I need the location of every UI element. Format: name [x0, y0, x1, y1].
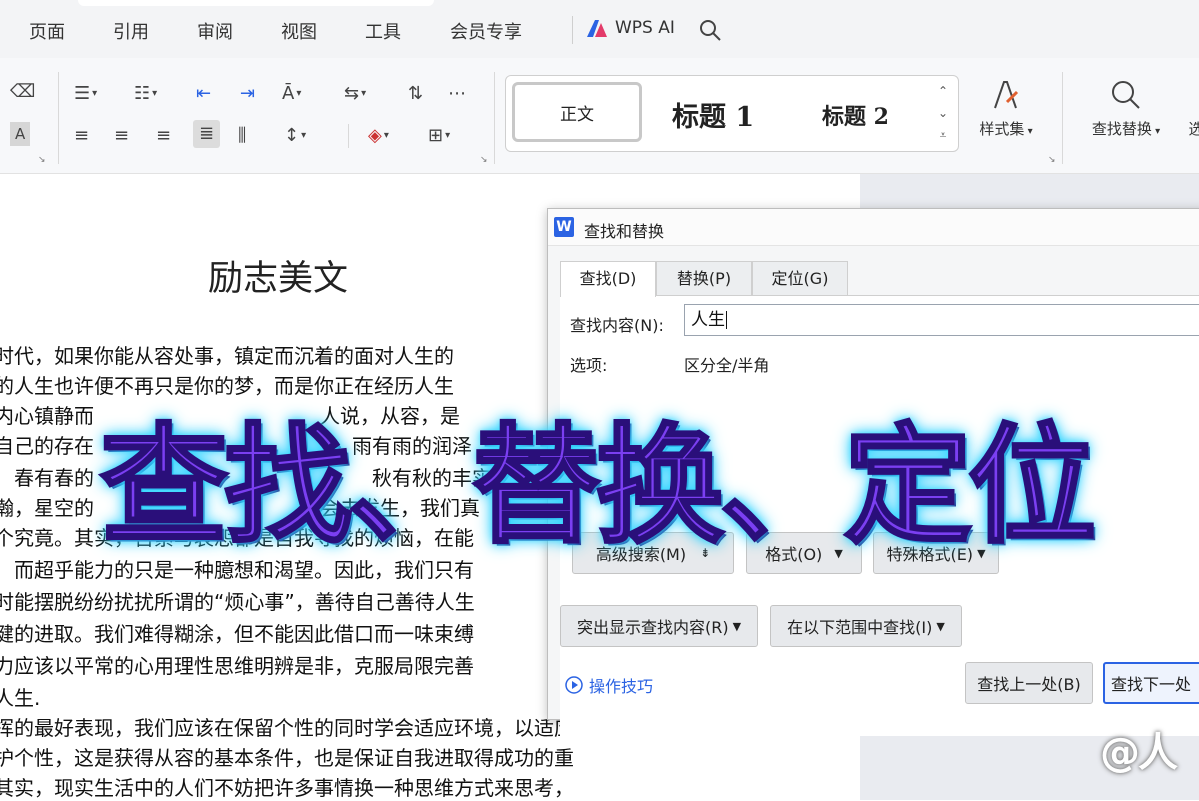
increase-indent-icon[interactable]: ⇥ [240, 82, 255, 106]
style-normal[interactable]: 正文 [512, 82, 642, 142]
dialog-title: 查找和替换 [584, 222, 665, 241]
document-line: 健的进取。我们难得糊涂，但不能因此借口而一味束缚 [0, 622, 474, 646]
menu-tools[interactable]: 工具 [365, 18, 401, 44]
document-line: 其实，现实生活中的人们不妨把许多事情换一种思维方式来思考， [0, 776, 574, 800]
numbered-list-icon[interactable]: ☷ ▾ [134, 82, 157, 106]
search-icon[interactable] [698, 18, 722, 42]
find-replace-label: 查找替换 [1091, 120, 1152, 138]
find-next-button[interactable]: 查找下一处 [1103, 662, 1199, 704]
document-line: 春有春的 [14, 466, 94, 490]
find-next-label: 查找下一处 [1111, 675, 1192, 694]
find-content-input[interactable]: 人生 [684, 304, 1199, 336]
watermark: @人 [1100, 730, 1178, 776]
document-line: 人生. [0, 686, 41, 710]
document-line: 时能摆脱纷纷扰扰所谓的“烦心事”，善待自己善待人生 [0, 590, 475, 614]
highlight-found-button[interactable]: 突出显示查找内容(R) ▼ [560, 605, 758, 647]
align-center-icon[interactable]: ≡ [114, 124, 129, 148]
document-line: 自己的存在 [0, 434, 94, 458]
caret-down-icon: ▼ [936, 619, 945, 633]
find-content-value: 人生 [691, 310, 725, 330]
line-spacing-icon[interactable]: ↕ ▾ [284, 124, 306, 148]
document-line: 护个性，这是获得从容的基本条件，也是保证自我进取得成功的重 [0, 746, 574, 770]
style-set-icon [994, 81, 1019, 109]
find-previous-button[interactable]: 查找上一处(B) [965, 662, 1093, 704]
operation-tips-link[interactable]: 操作技巧 [565, 673, 653, 697]
find-content-label: 查找内容(N): [570, 316, 664, 335]
chevron-down-icon: ▾ [1151, 126, 1161, 137]
style-heading-2[interactable]: 标题 2 [822, 99, 889, 131]
ribbon-separator [494, 72, 495, 164]
menu-review[interactable]: 审阅 [197, 18, 233, 44]
document-line: 瀚，星空的 [0, 496, 94, 520]
paragraph-group-launcher-icon[interactable]: ↘ [480, 155, 488, 165]
style-set-label: 样式集 [979, 120, 1025, 138]
align-right-icon[interactable]: ≡ [156, 124, 171, 148]
menu-separator [572, 16, 573, 44]
caret-down-icon: ▼ [732, 619, 742, 633]
decrease-indent-icon[interactable]: ⇤ [196, 82, 211, 106]
options-label: 选项: [570, 356, 608, 375]
options-value: 区分全/半角 [684, 356, 770, 375]
document-title: 励志美文 [208, 259, 349, 299]
chevron-up-icon[interactable]: ⌃ [934, 80, 952, 102]
menu-page[interactable]: 页面 [29, 18, 65, 44]
more-icon[interactable]: ⩡ [934, 124, 952, 146]
play-circle-icon [565, 676, 583, 694]
highlight-found-label: 突出显示查找内容(R) [576, 618, 729, 637]
style-gallery-scroll[interactable]: ⌃ ⌄ ⩡ [934, 80, 952, 146]
font-group-launcher-icon[interactable]: ↘ [38, 155, 46, 165]
borders-icon[interactable]: ⊞ ▾ [428, 124, 450, 148]
distributed-align-icon[interactable]: ⫼ [238, 124, 246, 148]
operation-tips-label: 操作技巧 [589, 677, 654, 696]
styles-group-launcher-icon[interactable]: ↘ [1048, 155, 1056, 165]
menu-view[interactable]: 视图 [281, 18, 317, 44]
tab-goto[interactable]: 定位(G) [752, 261, 848, 295]
find-in-range-label: 在以下范围中查找(I) [787, 618, 933, 637]
menu-references[interactable]: 引用 [113, 18, 149, 44]
text-direction-icon[interactable]: Ā ▾ [282, 82, 301, 106]
style-set-button[interactable]: 样式集 ▾ [970, 78, 1042, 139]
menu-member[interactable]: 会员专享 [450, 18, 522, 44]
document-line: 时代，如果你能从容处事，镇定而沉着的面对人生的 [0, 344, 454, 368]
sort-icon[interactable]: ⇅ [408, 82, 423, 106]
eraser-icon[interactable]: ⌫ [10, 80, 35, 104]
find-icon [1112, 81, 1140, 109]
chevron-down-icon[interactable]: ⌄ [934, 102, 952, 124]
select-button-label[interactable]: 选 [1186, 118, 1199, 139]
show-marks-icon[interactable]: ⋯ [448, 82, 466, 106]
overlay-banner-title: 查找、替换、定位 [98, 411, 1097, 563]
document-line: 力应该以平常的心用理性思维明辨是非，克服局限完善 [0, 654, 474, 678]
line-spacing-mode-icon[interactable]: ⇆ ▾ [344, 82, 366, 106]
ribbon-separator [1062, 72, 1063, 164]
style-heading-1[interactable]: 标题 1 [672, 95, 754, 134]
char-shading-icon[interactable]: A [10, 122, 31, 146]
wps-writer-logo-icon: W [554, 217, 574, 237]
tab-strip-edge [78, 0, 434, 6]
tab-find[interactable]: 查找(D) [560, 261, 656, 297]
tab-replace[interactable]: 替换(P) [656, 261, 752, 295]
find-replace-button[interactable]: 查找替换 ▾ [1080, 78, 1172, 139]
find-in-range-button[interactable]: 在以下范围中查找(I) ▼ [770, 605, 962, 647]
chevron-down-icon: ▾ [1024, 126, 1033, 137]
align-justify-icon[interactable]: ≣ [193, 120, 221, 148]
menu-bar: 页面 引用 审阅 视图 工具 会员专享 WPS AI [0, 0, 1199, 59]
ribbon-separator [58, 72, 59, 164]
document-line: 挥的最好表现，我们应该在保留个性的同时学会适应环境，以适应 [0, 716, 574, 740]
find-previous-label: 查找上一处(B) [977, 675, 1081, 694]
shading-icon[interactable]: ◈ ▾ [368, 124, 389, 148]
text-cursor [726, 311, 727, 329]
wps-ai-button[interactable]: WPS AI [585, 17, 675, 39]
wps-ai-label: WPS AI [615, 18, 675, 38]
wps-ai-logo-icon [587, 20, 607, 37]
bullet-list-icon[interactable]: ☰ ▾ [74, 82, 97, 106]
ribbon-separator [348, 124, 349, 148]
align-left-icon[interactable]: ≡ [74, 124, 89, 148]
document-line: 内心镇静而 [0, 404, 94, 428]
dialog-titlebar[interactable]: W 查找和替换 [548, 209, 1199, 246]
